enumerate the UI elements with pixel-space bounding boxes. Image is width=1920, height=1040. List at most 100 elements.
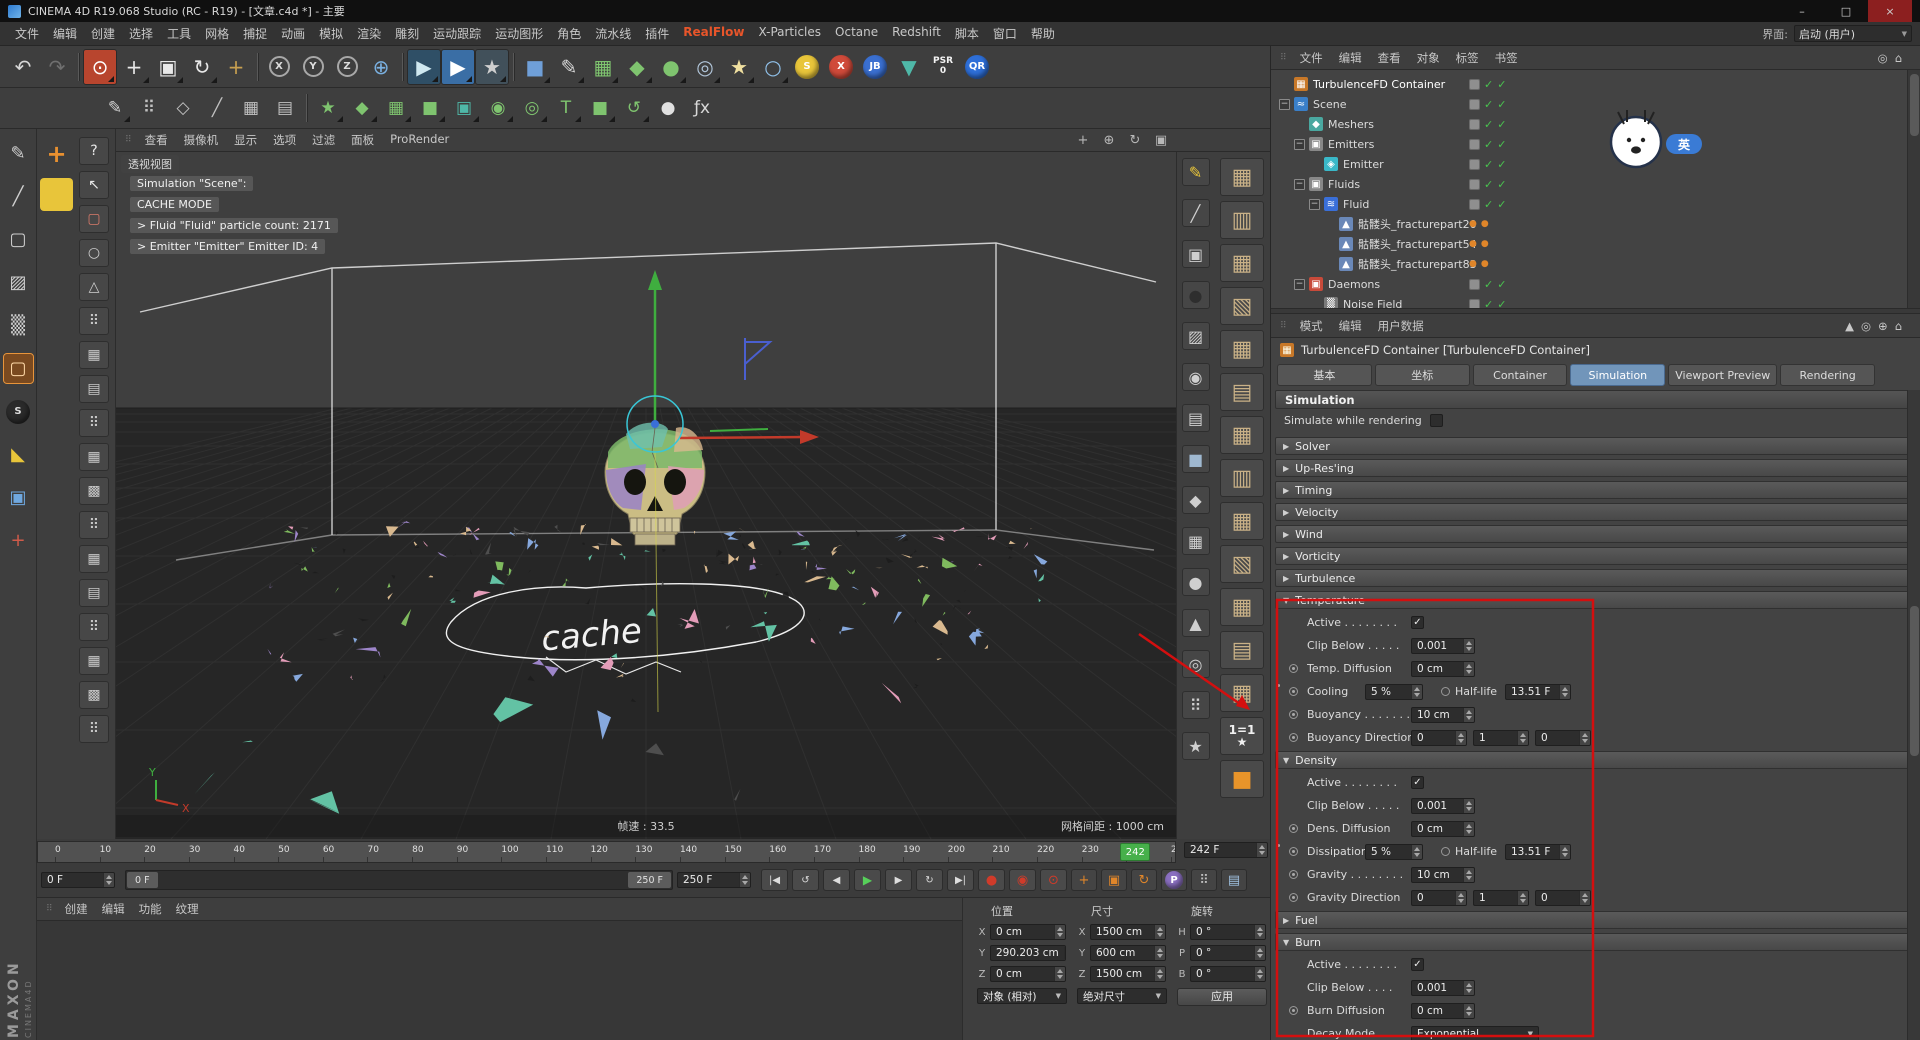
snap-cube-icon[interactable]: ▦ <box>1220 674 1264 712</box>
stepper[interactable] <box>1463 639 1474 653</box>
sculpt-sphere-icon[interactable]: S <box>4 397 33 426</box>
section-bar[interactable]: ▶Vorticity <box>1275 547 1916 565</box>
object-label[interactable]: Fluid <box>1343 198 1369 211</box>
section-bar[interactable]: ▶Timing <box>1275 481 1916 499</box>
keyframe-circle-icon[interactable] <box>1289 733 1298 742</box>
stepper-up-icon[interactable] <box>1057 966 1063 973</box>
attr-field[interactable]: 0 <box>1411 730 1467 746</box>
stepper-down-icon[interactable] <box>1562 693 1568 700</box>
stepper-up-icon[interactable] <box>1466 638 1472 645</box>
menu-item[interactable]: 查看 <box>1370 48 1409 68</box>
attr-field[interactable]: 0 <box>1535 730 1591 746</box>
stepper-down-icon[interactable] <box>1157 975 1163 982</box>
render-view-icon[interactable]: ▶ <box>407 49 441 85</box>
modeling-preset-icon[interactable]: ⠿ <box>79 511 109 539</box>
render-settings-icon[interactable]: ★ <box>475 49 509 85</box>
stepper-down-icon[interactable] <box>1466 716 1472 723</box>
xparticles-icon[interactable]: X <box>824 49 858 85</box>
menu-item[interactable]: 雕刻 <box>388 23 426 44</box>
object-label[interactable]: Emitters <box>1328 138 1374 151</box>
scale-tool-icon[interactable]: ▣ <box>151 49 185 85</box>
stepper[interactable] <box>1559 845 1570 859</box>
stepper-down-icon[interactable] <box>1057 975 1063 982</box>
object-row[interactable]: ▲骷髅头_fracturepart83●● <box>1271 254 1920 274</box>
search-icon[interactable]: ◎ <box>1878 51 1888 65</box>
menu-item[interactable]: 对象 <box>1409 48 1448 68</box>
object-label[interactable]: 骷髅头_fracturepart20 <box>1358 216 1477 232</box>
snap-cube-icon[interactable]: ▥ <box>1220 201 1264 239</box>
rotate-tool-icon[interactable]: ↻ <box>185 49 219 85</box>
menu-item[interactable]: 显示 <box>226 130 265 150</box>
sky-icon[interactable]: ○ <box>756 49 790 85</box>
object-row[interactable]: −▣Fluids✓✓ <box>1271 174 1920 194</box>
paint-bucket-icon[interactable]: ◣ <box>4 440 33 469</box>
range-end-chip[interactable]: 250 F <box>628 872 671 888</box>
grid-plane-icon[interactable]: ▤ <box>268 92 302 124</box>
object-row[interactable]: −≈Scene✓✓ <box>1271 94 1920 114</box>
last-tool-icon[interactable]: + <box>219 49 253 85</box>
stepper[interactable] <box>1463 1004 1474 1018</box>
object-label[interactable]: Fluids <box>1328 178 1360 191</box>
toggle-view-icon[interactable]: ▣ <box>1152 131 1170 149</box>
active-tool-icon[interactable]: ▢ <box>4 354 33 383</box>
menu-item[interactable]: RealFlow <box>676 23 751 44</box>
prev-frame-button[interactable]: ◀ <box>823 869 850 891</box>
stepper-up-icon[interactable] <box>1414 844 1420 851</box>
snap-cube-icon[interactable]: ▥ <box>1220 459 1264 497</box>
plane-icon[interactable]: ▣ <box>1182 240 1210 268</box>
menu-item[interactable]: 用户数据 <box>1370 316 1432 336</box>
attr-field[interactable]: 1 <box>1473 890 1529 906</box>
prev-key-button[interactable]: ↺ <box>792 869 819 891</box>
range-start-chip[interactable]: 0 F <box>127 872 158 888</box>
record-position-toggle[interactable]: + <box>1071 869 1097 891</box>
stepper-down-icon[interactable] <box>1414 693 1420 700</box>
visibility-dot-icon[interactable]: ● <box>1481 240 1489 249</box>
goto-start-button[interactable]: |◀ <box>761 869 788 891</box>
enabled-check-icon[interactable]: ✓ <box>1484 199 1493 210</box>
stepper[interactable] <box>1463 662 1474 676</box>
record-keyframe-button[interactable]: ● <box>978 869 1005 891</box>
stepper-down-icon[interactable] <box>1157 933 1163 940</box>
stepper[interactable] <box>1154 967 1165 981</box>
section-bar[interactable]: ▼Burn <box>1275 933 1916 951</box>
stepper-up-icon[interactable] <box>1157 966 1163 973</box>
visibility-toggles[interactable]: ●● <box>1469 260 1489 269</box>
stepper-down-icon[interactable] <box>1466 1012 1472 1019</box>
hatch-icon[interactable]: ▨ <box>1182 322 1210 350</box>
modeling-preset-icon[interactable]: ▦ <box>79 647 109 675</box>
lock-x-icon[interactable]: X <box>262 49 296 85</box>
stepper-up-icon[interactable] <box>1466 1003 1472 1010</box>
section-bar[interactable]: ▼Density <box>1275 751 1916 769</box>
subdivision-surface-icon[interactable]: ▦ <box>586 49 620 85</box>
object-row[interactable]: −▣Emitters✓✓ <box>1271 134 1920 154</box>
menu-item[interactable]: Octane <box>828 23 885 44</box>
stepper[interactable] <box>1411 845 1422 859</box>
stepper[interactable] <box>1254 946 1265 960</box>
ring-icon[interactable]: ◎ <box>1182 650 1210 678</box>
stepper-down-icon[interactable] <box>106 881 112 888</box>
stepper-up-icon[interactable] <box>1257 945 1263 952</box>
visibility-toggles[interactable]: ✓✓ <box>1469 299 1506 309</box>
qr-badge[interactable]: QR <box>960 49 994 85</box>
axis-tool-icon[interactable]: + <box>4 526 33 555</box>
stepper[interactable] <box>1579 731 1590 745</box>
modeling-preset-icon[interactable]: ▦ <box>79 341 109 369</box>
cone-icon[interactable]: ▲ <box>1182 609 1210 637</box>
make-editable-icon[interactable]: ✎ <box>98 92 132 124</box>
layer-chip[interactable] <box>1469 79 1480 90</box>
preview-range-slider[interactable]: 0 F 250 F <box>125 870 673 890</box>
cube-tool-icon[interactable]: ▢ <box>4 225 33 254</box>
next-key-button[interactable]: ↻ <box>916 869 943 891</box>
stepper-down-icon[interactable] <box>1414 853 1420 860</box>
section-bar[interactable]: ▶Up-Res'ing <box>1275 459 1916 477</box>
enabled-check-icon[interactable]: ✓ <box>1497 179 1506 190</box>
menu-item[interactable]: 编辑 <box>1331 316 1370 336</box>
snap-cube-icon[interactable]: ▦ <box>1220 416 1264 454</box>
goto-end-button[interactable]: ▶| <box>947 869 974 891</box>
visibility-toggles[interactable]: ●● <box>1469 220 1489 229</box>
view-name-label[interactable]: 透视视图 <box>121 155 179 173</box>
tree-expander[interactable]: − <box>1279 99 1290 110</box>
tab--[interactable]: 基本 <box>1277 364 1372 386</box>
menu-item[interactable]: 过滤 <box>304 130 343 150</box>
stepper-down-icon[interactable] <box>1057 933 1063 940</box>
